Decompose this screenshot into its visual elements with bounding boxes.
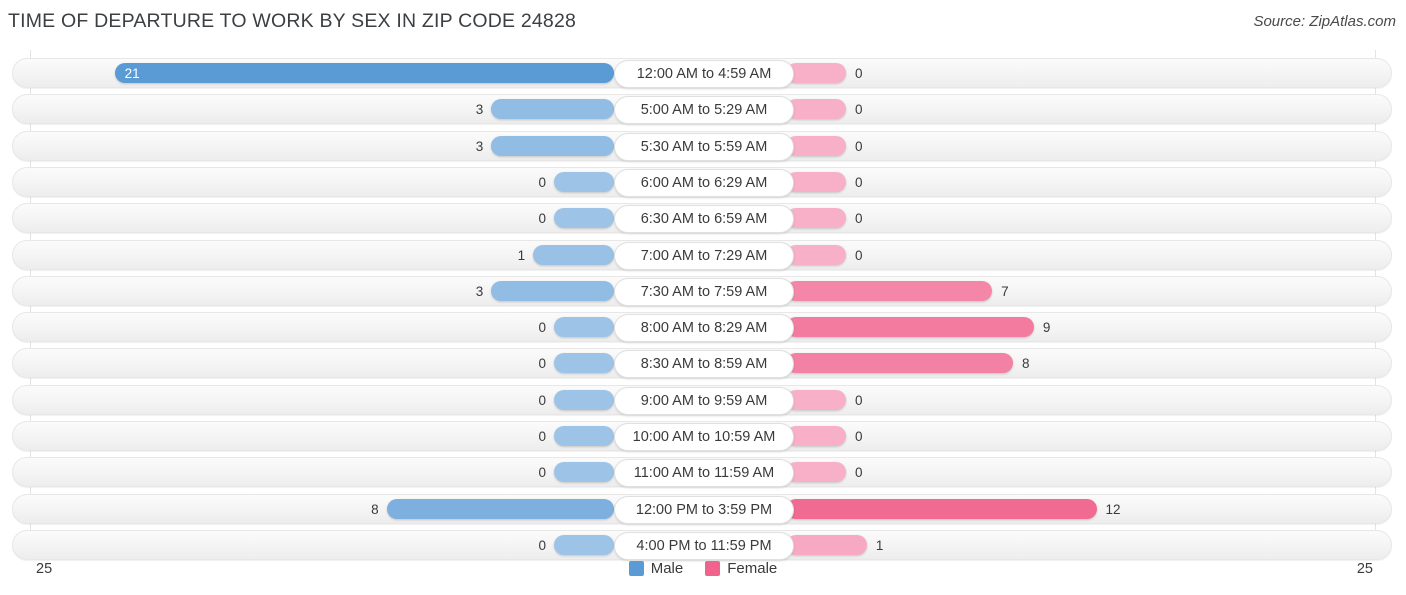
- bar-value-male: 0: [538, 429, 546, 444]
- bar-female[interactable]: [786, 389, 846, 410]
- bar-value-female: 0: [855, 174, 863, 190]
- table-row[interactable]: 3 0 5:30 AM to 5:59 AM: [12, 130, 1392, 161]
- bar-male[interactable]: [554, 389, 614, 410]
- chart-legend: Male Female: [0, 560, 1406, 577]
- bar-male[interactable]: [491, 135, 614, 156]
- bar-value-female: 1: [875, 537, 884, 553]
- category-label: 7:30 AM to 7:59 AM: [614, 277, 794, 306]
- bar-female[interactable]: [786, 280, 993, 301]
- bar-male[interactable]: [386, 498, 614, 519]
- bar-value-male: 3: [475, 283, 484, 299]
- table-row[interactable]: 0 0 10:00 AM to 10:59 AM: [12, 421, 1392, 451]
- bar-value-male: 21: [124, 66, 140, 81]
- table-row[interactable]: 1 0 7:00 AM to 7:29 AM: [12, 239, 1392, 270]
- bar-value-female: 0: [855, 247, 863, 263]
- table-row[interactable]: 21 0 12:00 AM to 4:59 AM: [12, 58, 1392, 88]
- bar-value-male: 8: [371, 501, 379, 517]
- bar-male[interactable]: [554, 462, 614, 483]
- page-title: TIME OF DEPARTURE TO WORK BY SEX IN ZIP …: [8, 10, 577, 32]
- bar-value-female: 0: [855, 392, 863, 408]
- chart-footer: 25 25 Male Female: [0, 558, 1406, 595]
- category-label: 5:30 AM to 5:59 AM: [614, 132, 794, 161]
- bar-female[interactable]: [786, 208, 846, 229]
- bar-female[interactable]: [786, 135, 846, 156]
- bar-value-female: 9: [1042, 320, 1051, 336]
- category-label: 8:00 AM to 8:29 AM: [614, 314, 794, 343]
- category-label: 11:00 AM to 11:59 AM: [614, 459, 794, 488]
- bar-value-male: 0: [538, 537, 546, 553]
- bar-male[interactable]: [554, 317, 614, 338]
- bar-value-female: 7: [1001, 283, 1009, 299]
- legend-label-female: Female: [727, 560, 778, 577]
- table-row[interactable]: 0 9 8:00 AM to 8:29 AM: [12, 312, 1392, 343]
- bar-value-male: 0: [538, 465, 546, 481]
- category-label: 5:00 AM to 5:29 AM: [614, 96, 794, 125]
- bar-value-male: 0: [538, 174, 546, 190]
- bar-male[interactable]: [554, 171, 614, 192]
- bar-female[interactable]: [786, 171, 846, 192]
- table-row[interactable]: 0 1 4:00 PM to 11:59 PM: [12, 529, 1392, 560]
- table-row[interactable]: 0 0 6:00 AM to 6:29 AM: [12, 166, 1392, 197]
- bar-male[interactable]: [554, 208, 614, 229]
- bar-value-male: 0: [538, 320, 546, 336]
- bar-value-female: 0: [855, 429, 863, 444]
- table-row[interactable]: 3 0 5:00 AM to 5:29 AM: [12, 94, 1392, 125]
- category-label: 12:00 PM to 3:59 PM: [614, 495, 794, 524]
- bar-value-female: 0: [855, 211, 863, 227]
- bar-value-male: 3: [475, 102, 484, 118]
- bar-value-male: 0: [538, 211, 546, 227]
- bar-value-male: 3: [475, 138, 484, 154]
- legend-swatch-male-icon: [628, 561, 644, 576]
- table-row[interactable]: 0 0 9:00 AM to 9:59 AM: [12, 384, 1392, 415]
- bar-female[interactable]: [786, 534, 867, 555]
- category-label: 8:30 AM to 8:59 AM: [614, 350, 794, 379]
- bar-female[interactable]: [786, 99, 846, 120]
- legend-item-male[interactable]: Male: [628, 560, 684, 577]
- table-row[interactable]: 8 12 12:00 PM to 3:59 PM: [12, 493, 1392, 524]
- bar-male[interactable]: [491, 99, 614, 120]
- bar-female[interactable]: [786, 462, 846, 483]
- bar-value-female: 8: [1022, 356, 1030, 372]
- bar-value-female: 0: [855, 102, 863, 118]
- category-label: 9:00 AM to 9:59 AM: [614, 386, 794, 415]
- bar-value-female: 12: [1105, 501, 1121, 517]
- legend-swatch-female-icon: [705, 561, 721, 576]
- chart-plot-area: 21 0 12:00 AM to 4:59 AM 3 0 5:00 AM to 5:29 …: [0, 50, 1406, 560]
- bar-value-male: 0: [538, 392, 546, 408]
- bar-female[interactable]: [786, 244, 846, 265]
- bar-female[interactable]: [786, 498, 1097, 519]
- category-label: 7:00 AM to 7:29 AM: [614, 241, 794, 270]
- table-row[interactable]: 0 0 6:30 AM to 6:59 AM: [12, 203, 1392, 234]
- category-label: 6:30 AM to 6:59 AM: [614, 205, 794, 234]
- bar-male[interactable]: [114, 63, 614, 83]
- legend-item-female[interactable]: Female: [705, 560, 777, 577]
- bar-male[interactable]: [554, 426, 614, 446]
- category-label: 6:00 AM to 6:29 AM: [614, 168, 794, 197]
- bar-female[interactable]: [786, 63, 846, 83]
- bar-male[interactable]: [554, 534, 614, 555]
- category-label: 12:00 AM to 4:59 AM: [614, 60, 794, 88]
- category-label: 4:00 PM to 11:59 PM: [614, 531, 794, 560]
- source-attribution: Source: ZipAtlas.com: [1253, 13, 1396, 30]
- bar-value-male: 1: [517, 247, 526, 263]
- bar-female[interactable]: [786, 317, 1034, 338]
- category-label: 10:00 AM to 10:59 AM: [614, 423, 794, 451]
- bar-value-male: 0: [538, 356, 546, 372]
- bar-value-female: 0: [855, 66, 863, 81]
- chart-header: TIME OF DEPARTURE TO WORK BY SEX IN ZIP …: [0, 0, 1406, 46]
- bar-female[interactable]: [786, 353, 1014, 374]
- legend-label-male: Male: [650, 560, 684, 577]
- bar-value-female: 0: [855, 465, 863, 481]
- table-row[interactable]: 0 8 8:30 AM to 8:59 AM: [12, 348, 1392, 379]
- bar-male[interactable]: [533, 244, 614, 265]
- table-row[interactable]: 3 7 7:30 AM to 7:59 AM: [12, 275, 1392, 306]
- bar-value-female: 0: [855, 138, 863, 154]
- bar-male[interactable]: [491, 280, 614, 301]
- bar-male[interactable]: [554, 353, 614, 374]
- bar-female[interactable]: [786, 426, 846, 446]
- table-row[interactable]: 0 0 11:00 AM to 11:59 AM: [12, 457, 1392, 488]
